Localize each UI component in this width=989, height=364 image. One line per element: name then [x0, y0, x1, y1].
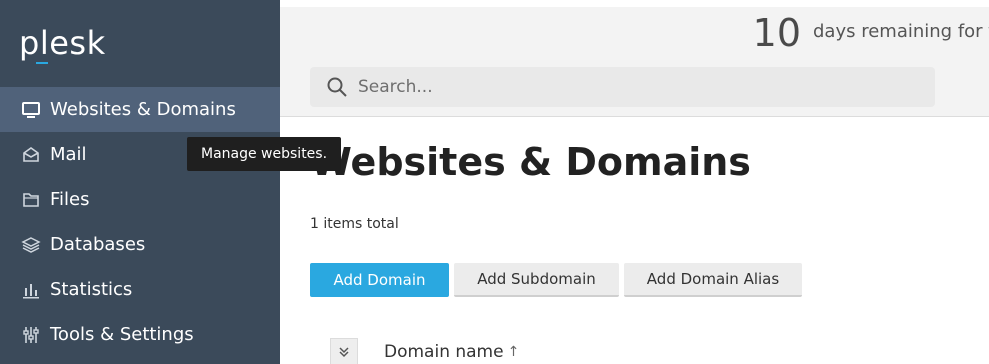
sidebar-nav: Websites & Domains Mail Files Databases — [0, 87, 280, 357]
search-box[interactable] — [310, 67, 935, 107]
sidebar-item-files[interactable]: Files — [0, 177, 280, 222]
monitor-icon — [20, 99, 42, 121]
sidebar-item-label: Statistics — [50, 279, 133, 300]
table-header: Domain name ↑ — [330, 338, 519, 364]
plesk-logo[interactable]: plesk — [19, 24, 106, 62]
items-total-count: 1 items total — [310, 216, 399, 232]
sort-ascending-icon: ↑ — [507, 344, 520, 360]
sidebar-item-tools-settings[interactable]: Tools & Settings — [0, 312, 280, 357]
trial-days-text: days remaining for trial — [813, 21, 989, 42]
plesk-app: plesk Websites & Domains Mail Files Data… — [0, 0, 989, 364]
tooltip-manage-websites: Manage websites. — [187, 137, 342, 171]
sidebar-item-label: Websites & Domains — [50, 99, 236, 120]
add-subdomain-button[interactable]: Add Subdomain — [454, 263, 619, 297]
mail-icon — [20, 144, 42, 166]
logo-accent-mark — [36, 62, 48, 64]
sidebar-item-statistics[interactable]: Statistics — [0, 267, 280, 312]
page-title: Websites & Domains — [310, 140, 751, 184]
sidebar-item-databases[interactable]: Databases — [0, 222, 280, 267]
tools-icon — [20, 324, 42, 346]
database-icon — [20, 234, 42, 256]
bar-chart-icon — [20, 279, 42, 301]
sidebar: plesk Websites & Domains Mail Files Data… — [0, 0, 280, 364]
sidebar-item-label: Mail — [50, 144, 87, 165]
chevron-down-icon — [339, 347, 349, 358]
search-input[interactable] — [358, 77, 918, 97]
sidebar-item-label: Tools & Settings — [50, 324, 194, 345]
trial-banner: 10 days remaining for trial — [280, 7, 989, 57]
expand-all-toggle[interactable] — [330, 338, 358, 364]
column-header-domain-name[interactable]: Domain name — [384, 342, 504, 362]
sidebar-item-label: Files — [50, 189, 90, 210]
sidebar-item-label: Databases — [50, 234, 146, 255]
search-icon — [327, 77, 347, 97]
sidebar-item-websites-domains[interactable]: Websites & Domains — [0, 87, 280, 132]
trial-days-count: 10 — [752, 11, 801, 55]
folder-icon — [20, 189, 42, 211]
search-bar-area — [280, 57, 989, 117]
add-domain-button[interactable]: Add Domain — [310, 263, 449, 297]
main-content: Websites & Domains 1 items total Add Dom… — [280, 118, 989, 364]
add-domain-alias-button[interactable]: Add Domain Alias — [624, 263, 802, 297]
